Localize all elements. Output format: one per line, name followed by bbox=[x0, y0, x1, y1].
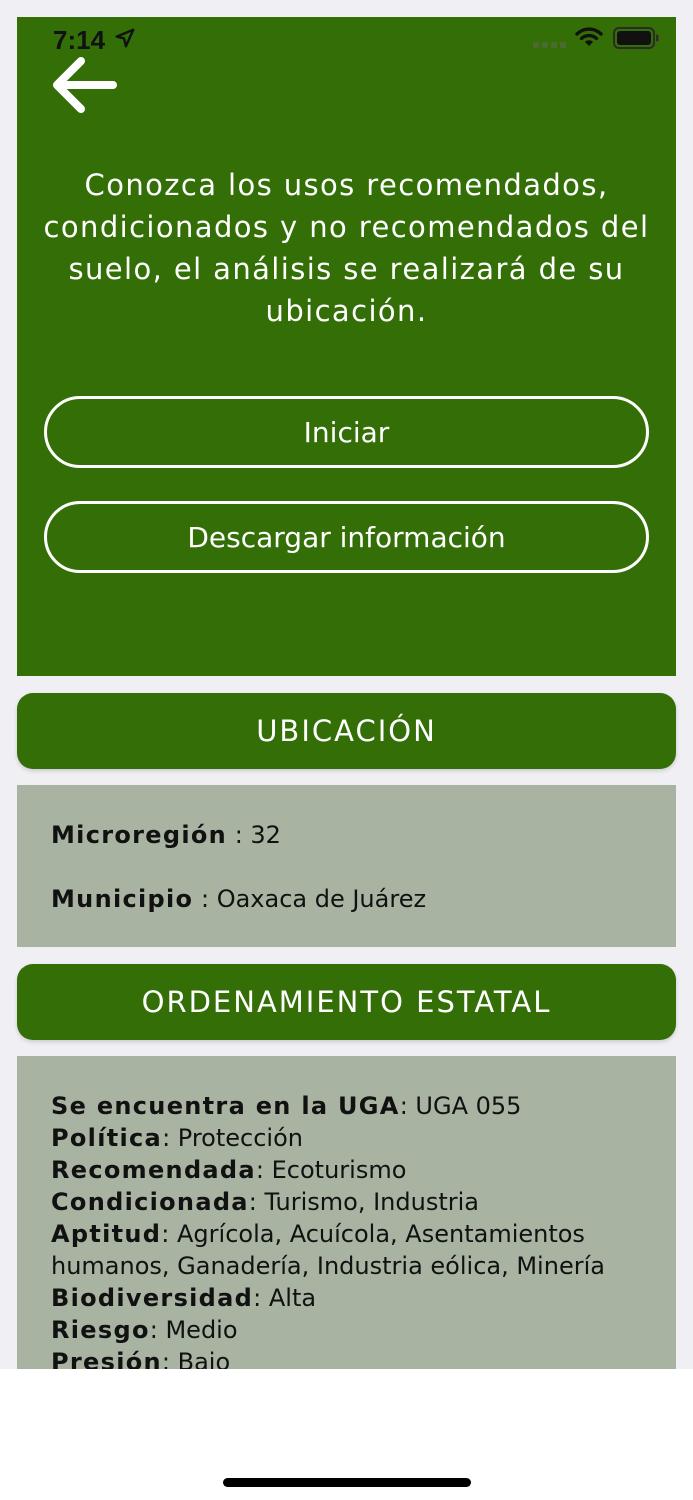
field-row: Microregión : 32 bbox=[51, 819, 642, 851]
field-value: 32 bbox=[250, 821, 281, 849]
field-label: Política bbox=[51, 1124, 163, 1152]
field-row: Riesgo: Medio bbox=[51, 1314, 642, 1346]
location-arrow-icon bbox=[115, 28, 135, 48]
cellular-signal-icon bbox=[533, 42, 566, 48]
field-value: Bajo bbox=[177, 1348, 231, 1369]
field-value: UGA 055 bbox=[415, 1092, 522, 1120]
field-value: Oaxaca de Juárez bbox=[216, 885, 427, 913]
wifi-icon bbox=[575, 27, 603, 46]
field-label: Municipio bbox=[51, 885, 194, 913]
field-separator: : bbox=[227, 821, 251, 849]
status-time: 7:14 bbox=[53, 25, 106, 55]
ubicacion-card: Microregión : 32 Municipio : Oaxaca de J… bbox=[17, 785, 676, 947]
field-separator: : bbox=[255, 1156, 272, 1184]
field-value: Ecoturismo bbox=[271, 1156, 407, 1184]
field-value: Alta bbox=[268, 1284, 317, 1312]
field-value: Turismo, Industria bbox=[264, 1188, 479, 1216]
field-value: Medio bbox=[165, 1316, 238, 1344]
field-row: Política: Protección bbox=[51, 1122, 642, 1154]
field-value: Protección bbox=[177, 1124, 303, 1152]
field-row: Municipio : Oaxaca de Juárez bbox=[51, 883, 642, 915]
field-row: Se encuentra en la UGA: UGA 055 bbox=[51, 1090, 642, 1122]
field-separator: : bbox=[399, 1092, 416, 1120]
field-label: Riesgo bbox=[51, 1316, 150, 1344]
field-label: Condicionada bbox=[51, 1188, 249, 1216]
section-header-ordenamiento: ORDENAMIENTO ESTATAL bbox=[17, 964, 676, 1040]
battery-icon bbox=[613, 27, 659, 49]
field-separator: : bbox=[193, 885, 217, 913]
field-separator: : bbox=[248, 1188, 265, 1216]
field-label: Presión bbox=[51, 1348, 162, 1369]
field-label: Biodiversidad bbox=[51, 1284, 254, 1312]
field-label: Aptitud bbox=[51, 1220, 162, 1248]
screen: 7:14 Conozca los usos recomendados, cond… bbox=[0, 0, 693, 1500]
field-separator: : bbox=[161, 1220, 178, 1248]
home-indicator[interactable] bbox=[223, 1478, 471, 1487]
field-label: Se encuentra en la UGA bbox=[51, 1092, 400, 1120]
download-info-button[interactable]: Descargar información bbox=[44, 501, 649, 573]
field-separator: : bbox=[162, 1124, 178, 1152]
field-row: Presión: Bajo bbox=[51, 1346, 642, 1369]
hero-panel: 7:14 Conozca los usos recomendados, cond… bbox=[17, 17, 676, 676]
field-separator: : bbox=[253, 1284, 269, 1312]
arrow-left-icon[interactable] bbox=[47, 55, 119, 115]
ordenamiento-card: Se encuentra en la UGA: UGA 055 Política… bbox=[17, 1056, 676, 1369]
field-label: Recomendada bbox=[51, 1156, 256, 1184]
section-header-ubicacion: UBICACIÓN bbox=[17, 693, 676, 769]
field-row: Biodiversidad: Alta bbox=[51, 1282, 642, 1314]
field-separator: : bbox=[149, 1316, 166, 1344]
field-separator: : bbox=[161, 1348, 178, 1369]
field-row: Recomendada: Ecoturismo bbox=[51, 1154, 642, 1186]
field-row: Condicionada: Turismo, Industria bbox=[51, 1186, 642, 1218]
field-row: Aptitud: Agrícola, Acuícola, Asentamient… bbox=[51, 1218, 642, 1282]
intro-text: Conozca los usos recomendados, condicion… bbox=[43, 168, 650, 328]
start-button[interactable]: Iniciar bbox=[44, 396, 649, 468]
field-label: Microregión bbox=[51, 821, 228, 849]
